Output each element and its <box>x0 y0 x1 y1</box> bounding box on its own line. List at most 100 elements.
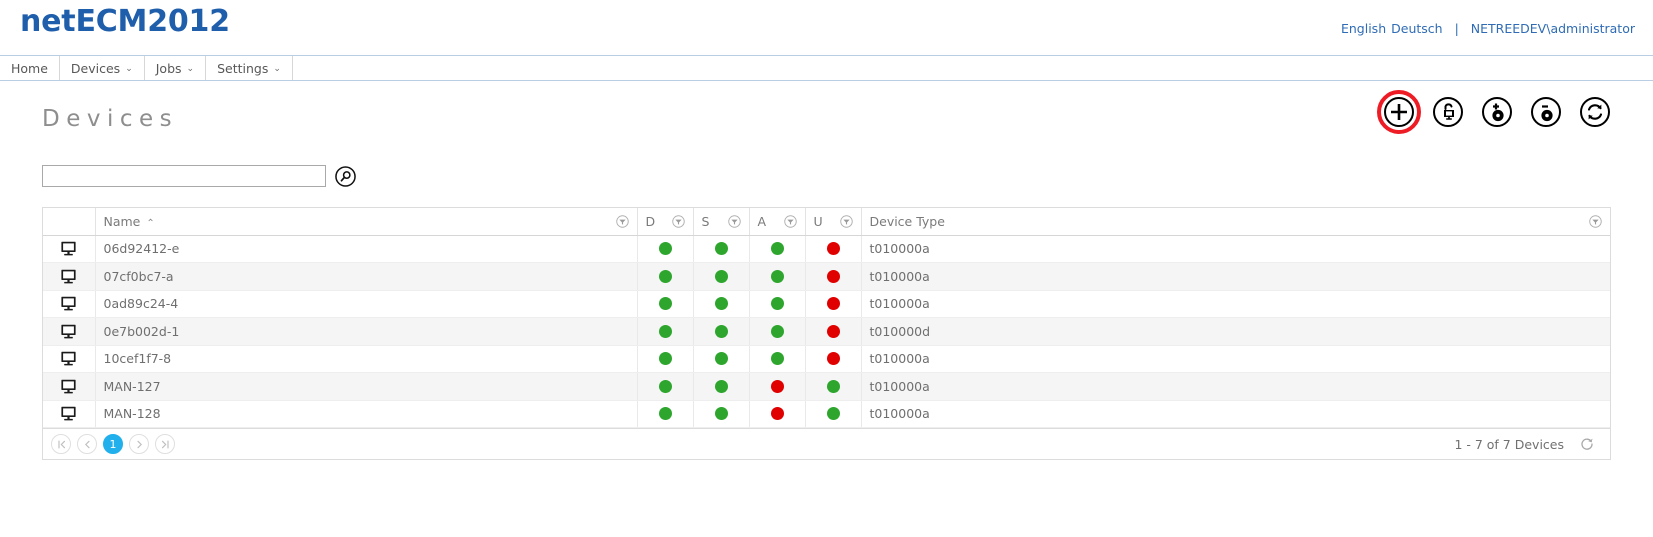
column-header-s[interactable]: S <box>693 208 750 236</box>
status-dot-red <box>770 379 784 393</box>
add-device-button[interactable] <box>1377 90 1421 134</box>
remove-disk-icon <box>1531 97 1561 127</box>
current-user-link[interactable]: NETREEDEV\administrator <box>1471 21 1635 36</box>
search-icon[interactable] <box>335 165 356 187</box>
status-d-cell <box>637 345 694 373</box>
filter-icon[interactable] <box>839 215 853 228</box>
monitor-icon <box>61 242 76 256</box>
column-header-name[interactable]: Name ⌃ <box>95 208 638 236</box>
nav-item-devices[interactable]: Devices ⌄ <box>60 56 145 80</box>
chevron-down-icon: ⌄ <box>125 63 133 74</box>
add-disk-button[interactable] <box>1481 96 1513 128</box>
status-u-cell <box>805 317 862 346</box>
status-dot-green <box>714 242 728 256</box>
status-dot-green <box>714 297 728 311</box>
devices-table-body: 06d92412-e t010000a 07cf0bc7-a t010000a 0ad8… <box>43 235 1610 428</box>
status-dot-green <box>714 324 728 338</box>
status-s-cell <box>693 290 750 318</box>
table-row[interactable]: 0ad89c24-4 t010000a <box>43 290 1610 318</box>
filter-icon[interactable] <box>727 215 741 228</box>
unlock-device-button[interactable] <box>1432 96 1464 128</box>
table-row[interactable]: 07cf0bc7-a t010000a <box>43 262 1610 291</box>
device-name-cell: 06d92412-e <box>95 235 638 263</box>
grid-refresh-icon[interactable] <box>1580 437 1594 451</box>
app-header: netECM2012 English Deutsch | NETREEDEV\admi… <box>0 0 1653 55</box>
status-dot-green <box>658 269 672 283</box>
status-a-cell <box>749 345 806 373</box>
filter-icon[interactable] <box>615 215 629 228</box>
status-d-cell <box>637 372 694 401</box>
device-name-cell: 07cf0bc7-a <box>95 262 638 291</box>
first-page-icon <box>57 439 65 449</box>
add-disk-icon <box>1482 97 1512 127</box>
table-row[interactable]: MAN-127 t010000a <box>43 372 1610 401</box>
device-type-cell: t010000a <box>861 400 1610 428</box>
remove-disk-button[interactable] <box>1530 96 1562 128</box>
search-input[interactable] <box>42 165 326 187</box>
pagination-page-1[interactable]: 1 <box>103 434 123 454</box>
nav-item-home[interactable]: Home <box>0 56 60 80</box>
device-name-cell: 10cef1f7-8 <box>95 345 638 373</box>
device-icon-cell <box>43 235 96 263</box>
status-a-cell <box>749 400 806 428</box>
language-deutsch-link[interactable]: Deutsch <box>1391 21 1442 36</box>
header-separator: | <box>1454 21 1459 36</box>
status-dot-red <box>770 407 784 421</box>
status-d-cell <box>637 317 694 346</box>
search-row <box>42 159 1611 193</box>
table-row[interactable]: 06d92412-e t010000a <box>43 235 1610 263</box>
status-d-cell <box>637 400 694 428</box>
column-header-label: Device Type <box>869 213 945 229</box>
status-dot-green <box>770 242 784 256</box>
pagination-last-button[interactable] <box>155 434 175 454</box>
nav-item-label: Home <box>11 60 48 76</box>
nav-item-jobs[interactable]: Jobs ⌄ <box>145 56 207 80</box>
pagination-next-button[interactable] <box>129 434 149 454</box>
device-type-cell: t010000a <box>861 290 1610 318</box>
status-dot-green <box>658 324 672 338</box>
status-a-cell <box>749 235 806 263</box>
status-a-cell <box>749 317 806 346</box>
device-name-cell: 0e7b002d-1 <box>95 317 638 346</box>
nav-item-label: Settings <box>217 60 269 76</box>
status-s-cell <box>693 317 750 346</box>
filter-icon[interactable] <box>1589 215 1602 228</box>
status-a-cell <box>749 372 806 401</box>
pagination-info: 1 - 7 of 7 Devices <box>1454 436 1564 452</box>
unlock-device-icon <box>1433 97 1463 127</box>
prev-page-icon <box>84 440 90 448</box>
device-type-cell: t010000a <box>861 262 1610 291</box>
pagination-prev-button[interactable] <box>77 434 97 454</box>
status-dot-red <box>826 242 840 256</box>
filter-icon[interactable] <box>783 215 797 228</box>
status-dot-green <box>658 379 672 393</box>
nav-item-label: Devices <box>70 60 121 76</box>
nav-item-settings[interactable]: Settings ⌄ <box>206 56 293 80</box>
table-header-row: Name ⌃ D S A U Device Type <box>43 208 1610 236</box>
status-dot-green <box>714 379 728 393</box>
refresh-button[interactable] <box>1579 96 1611 128</box>
language-english-link[interactable]: English <box>1341 21 1386 36</box>
monitor-icon <box>61 379 76 394</box>
device-type-cell: t010000a <box>861 235 1610 263</box>
pagination-first-button[interactable] <box>51 434 71 454</box>
column-header-d[interactable]: D <box>637 208 694 236</box>
column-header-device-type[interactable]: Device Type <box>861 208 1610 236</box>
status-dot-green <box>770 324 784 338</box>
header-right-links: English Deutsch | NETREEDEV\administrator <box>1341 21 1635 36</box>
device-name-cell: MAN-128 <box>95 400 638 428</box>
filter-icon[interactable] <box>671 215 685 228</box>
table-row[interactable]: MAN-128 t010000a <box>43 400 1610 428</box>
column-header-a[interactable]: A <box>749 208 806 236</box>
table-row[interactable]: 10cef1f7-8 t010000a <box>43 345 1610 373</box>
column-header-label: D <box>645 213 656 229</box>
table-row[interactable]: 0e7b002d-1 t010000d <box>43 317 1610 346</box>
pagination-bar: 1 1 - 7 of 7 Devices <box>43 428 1610 459</box>
column-header-u[interactable]: U <box>805 208 862 236</box>
device-icon-cell <box>43 372 96 401</box>
status-a-cell <box>749 262 806 291</box>
status-s-cell <box>693 372 750 401</box>
monitor-icon <box>61 324 76 339</box>
column-header-icon <box>43 208 96 236</box>
monitor-icon <box>61 297 76 311</box>
